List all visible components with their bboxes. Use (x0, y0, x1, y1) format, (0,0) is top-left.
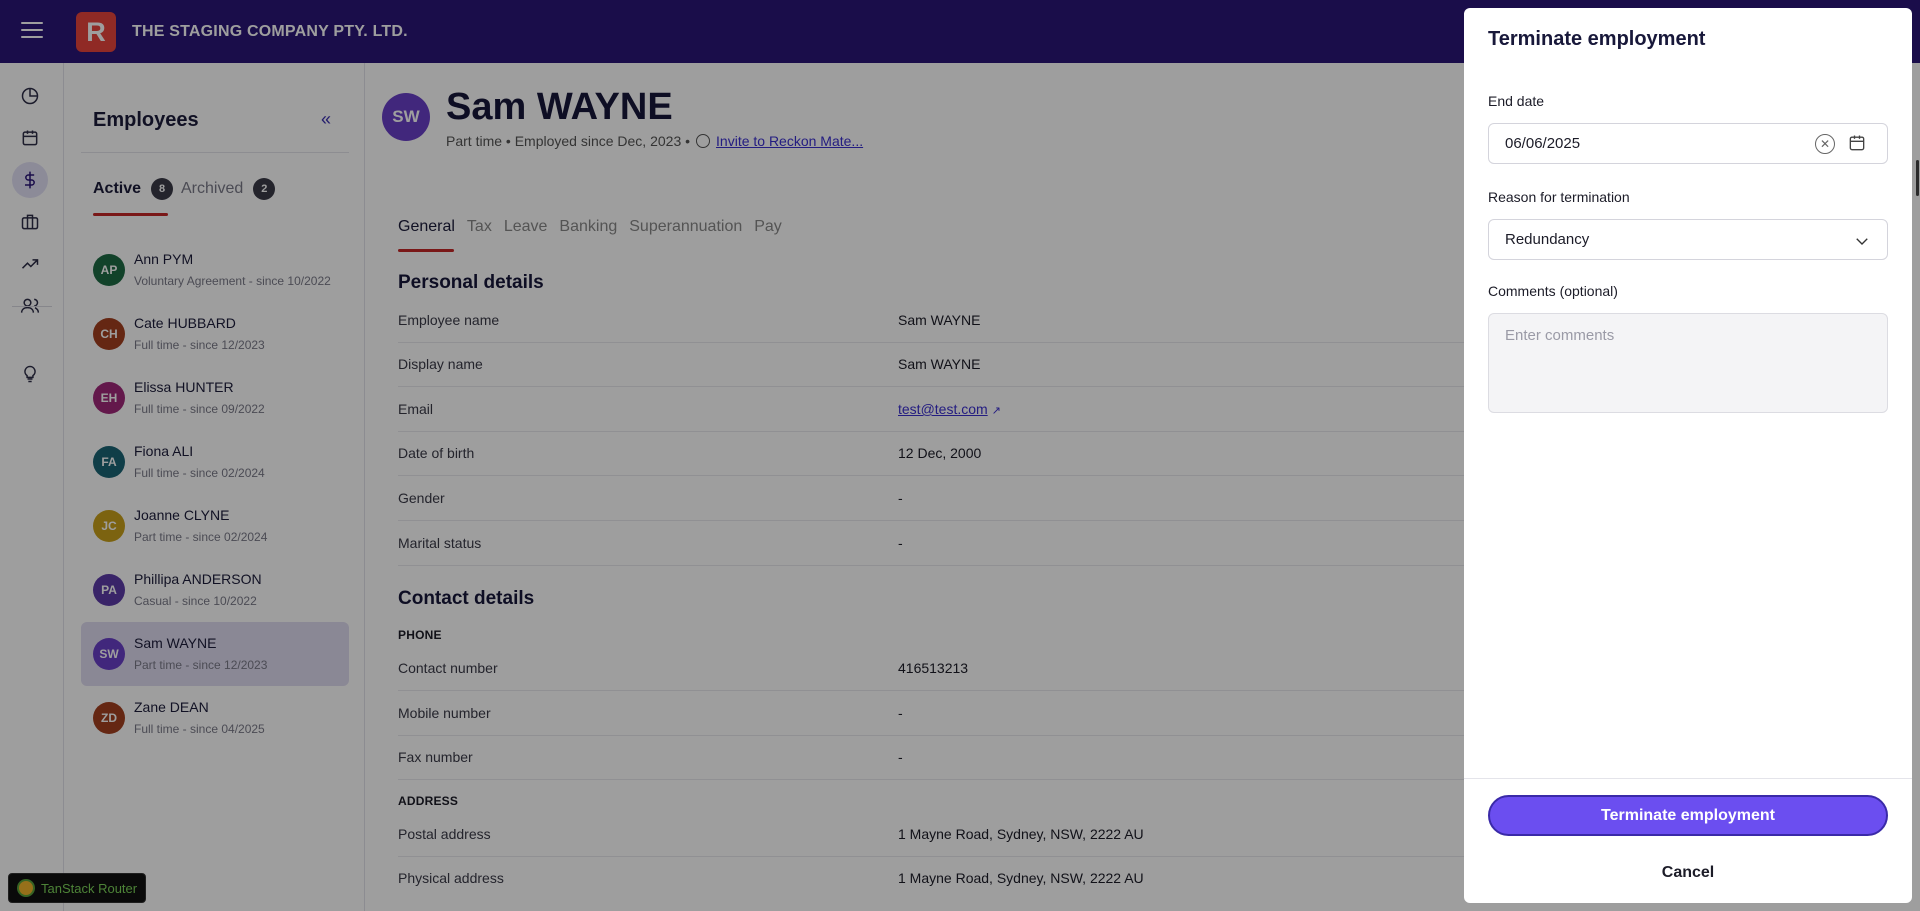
reason-select[interactable]: Redundancy (1488, 219, 1888, 260)
terminate-employment-drawer: Terminate employment End date 06/06/2025… (1464, 8, 1912, 903)
end-date-value: 06/06/2025 (1505, 135, 1581, 152)
reason-value: Redundancy (1505, 231, 1590, 248)
comments-placeholder: Enter comments (1505, 327, 1615, 344)
comments-textarea[interactable]: Enter comments (1488, 313, 1888, 413)
comments-label: Comments (optional) (1488, 283, 1618, 299)
calendar-icon[interactable] (1847, 133, 1867, 153)
end-date-field[interactable]: 06/06/2025 ✕ (1488, 123, 1888, 164)
drawer-footer-divider (1464, 778, 1912, 779)
terminate-employment-button[interactable]: Terminate employment (1488, 795, 1888, 836)
cancel-button[interactable]: Cancel (1488, 858, 1888, 888)
clear-icon[interactable]: ✕ (1815, 134, 1835, 154)
drawer-title: Terminate employment (1488, 28, 1706, 50)
end-date-label: End date (1488, 93, 1545, 109)
scrollbar[interactable] (1916, 160, 1919, 196)
reason-label: Reason for termination (1488, 189, 1630, 205)
chevron-down-icon (1853, 232, 1871, 250)
